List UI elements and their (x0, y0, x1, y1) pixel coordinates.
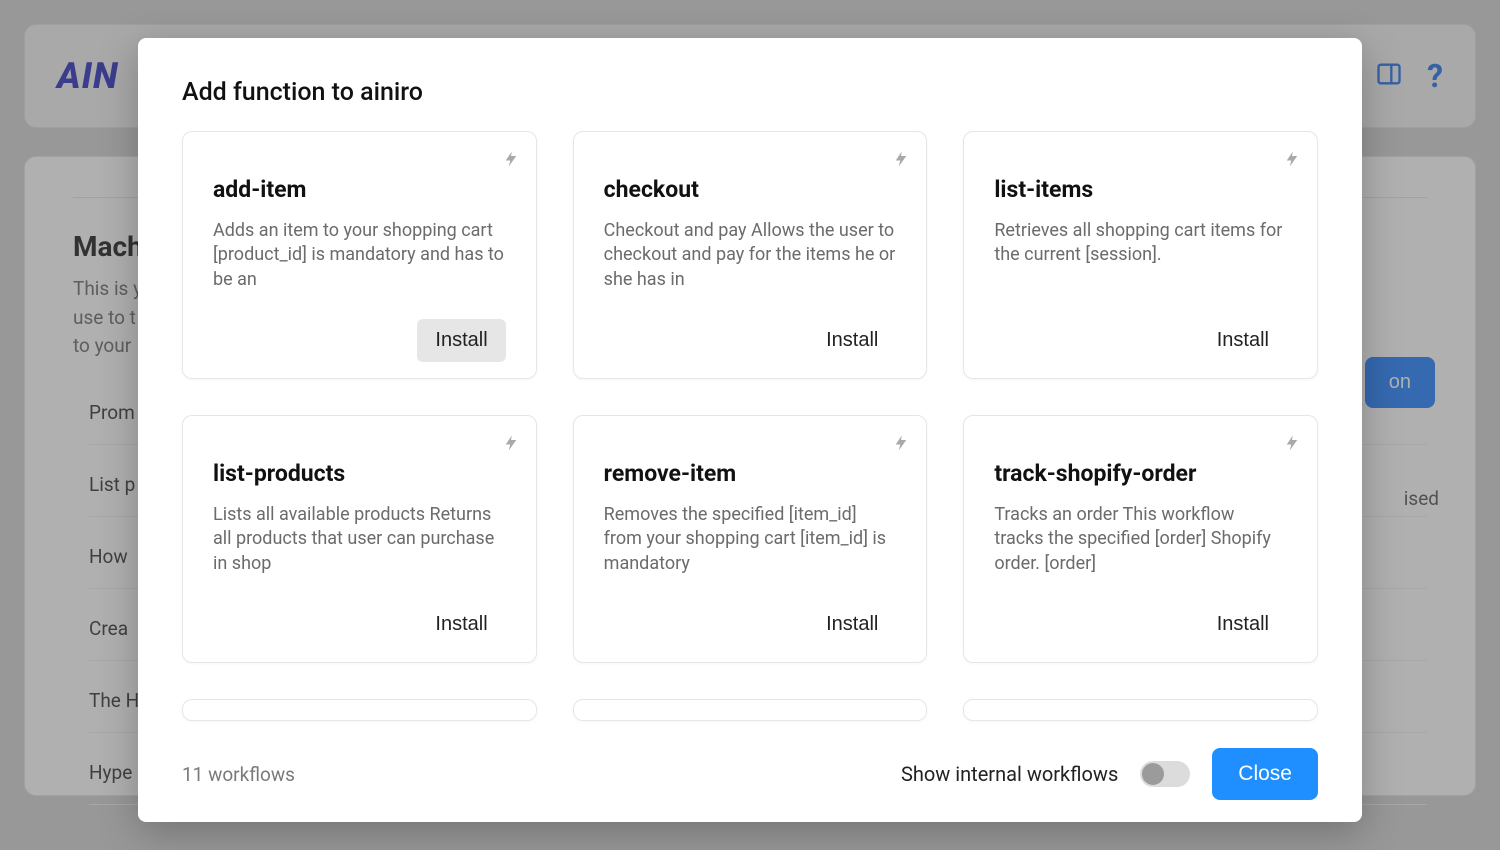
function-card-list-products: list-products Lists all available product… (182, 415, 537, 663)
install-button[interactable]: Install (1199, 603, 1287, 646)
bolt-icon (502, 146, 520, 176)
function-title: track-shopify-order (994, 460, 1287, 487)
function-title: list-products (213, 460, 506, 487)
function-card-peek (573, 699, 928, 721)
function-card-peek (963, 699, 1318, 721)
modal-overlay: Add function to ainiro add-item Adds an i… (0, 0, 1500, 850)
function-desc: Retrieves all shopping cart items for th… (994, 219, 1287, 305)
function-actions: Install (994, 589, 1287, 662)
install-button[interactable]: Install (1199, 319, 1287, 362)
function-grid: add-item Adds an item to your shopping ca… (182, 131, 1318, 726)
function-title: remove-item (604, 460, 897, 487)
add-function-modal: Add function to ainiro add-item Adds an i… (138, 38, 1362, 822)
function-desc: Checkout and pay Allows the user to chec… (604, 219, 897, 305)
function-card-add-item: add-item Adds an item to your shopping ca… (182, 131, 537, 379)
install-button[interactable]: Install (417, 603, 505, 646)
function-actions: Install (604, 589, 897, 662)
function-desc: Lists all available products Returns all… (213, 503, 506, 589)
function-actions: Install (994, 305, 1287, 378)
function-title: add-item (213, 176, 506, 203)
function-desc: Removes the specified [item_id] from you… (604, 503, 897, 589)
function-actions: Install (213, 589, 506, 662)
function-actions: Install (604, 305, 897, 378)
install-button[interactable]: Install (808, 319, 896, 362)
footer-right: Show internal workflows Close (901, 748, 1318, 800)
function-card-list-items: list-items Retrieves all shopping cart it… (963, 131, 1318, 379)
function-actions: Install (213, 305, 506, 378)
bolt-icon (1283, 146, 1301, 176)
function-card-remove-item: remove-item Removes the specified [item_i… (573, 415, 928, 663)
function-card-track-shopify-order: track-shopify-order Tracks an order This … (963, 415, 1318, 663)
bolt-icon (892, 430, 910, 460)
install-button[interactable]: Install (808, 603, 896, 646)
toggle-knob (1142, 763, 1164, 785)
function-card-peek (182, 699, 537, 721)
function-card-checkout: checkout Checkout and pay Allows the user… (573, 131, 928, 379)
modal-footer: 11 workflows Show internal workflows Clo… (138, 726, 1362, 822)
function-title: list-items (994, 176, 1287, 203)
bolt-icon (892, 146, 910, 176)
bolt-icon (1283, 430, 1301, 460)
function-desc: Tracks an order This workflow tracks the… (994, 503, 1287, 589)
bolt-icon (502, 430, 520, 460)
function-title: checkout (604, 176, 897, 203)
internal-workflows-toggle[interactable] (1140, 761, 1190, 787)
function-desc: Adds an item to your shopping cart [prod… (213, 219, 506, 305)
modal-title: Add function to ainiro (138, 38, 1362, 131)
workflow-count: 11 workflows (182, 763, 295, 786)
close-button[interactable]: Close (1212, 748, 1318, 800)
toggle-label: Show internal workflows (901, 762, 1118, 786)
install-button[interactable]: Install (417, 319, 505, 362)
modal-body[interactable]: add-item Adds an item to your shopping ca… (138, 131, 1362, 726)
